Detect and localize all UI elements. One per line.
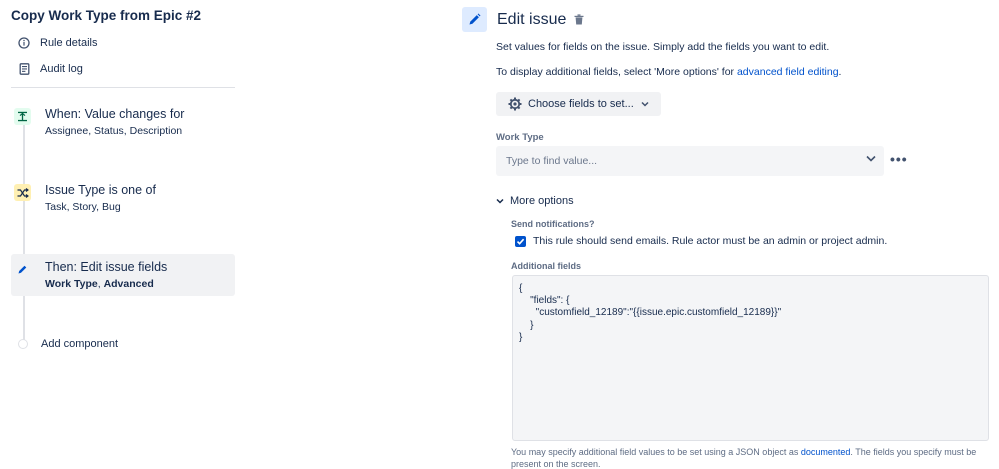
pencil-icon: [14, 261, 31, 278]
step-subtitle: Work Type, Advanced: [45, 278, 235, 290]
gear-icon: [508, 97, 522, 111]
editor-description: Set values for fields on the issue. Simp…: [496, 41, 830, 53]
help-text: You may specify additional field values …: [511, 447, 801, 457]
send-notifications-label: Send notifications?: [511, 219, 595, 229]
send-notifications-row: This rule should send emails. Rule actor…: [515, 235, 887, 247]
step-trigger[interactable]: When: Value changes for Assignee, Status…: [11, 101, 235, 143]
more-options-toggle[interactable]: More options: [496, 195, 574, 207]
step-condition[interactable]: Issue Type is one of Task, Story, Bug: [11, 177, 235, 219]
work-type-placeholder: Type to find value...: [506, 155, 598, 167]
chevron-down-icon: [641, 101, 649, 107]
nav-label: Audit log: [40, 63, 83, 75]
rule-sidebar: Copy Work Type from Epic #2 Rule details…: [0, 0, 240, 469]
add-component-label: Add component: [41, 338, 119, 350]
additional-fields-help: You may specify additional field values …: [511, 446, 991, 469]
info-icon: [17, 36, 31, 50]
subtitle-field-1: Work Type: [45, 278, 98, 290]
trash-icon[interactable]: [574, 14, 584, 25]
additional-fields-textarea[interactable]: { "fields": { "customfield_12189":"{{iss…: [512, 275, 989, 441]
nav-label: Rule details: [40, 37, 98, 49]
send-notifications-checkbox[interactable]: [515, 235, 526, 247]
nav-audit-log[interactable]: Audit log: [17, 62, 83, 76]
documented-link[interactable]: documented: [801, 447, 851, 457]
step-title: When: Value changes for: [45, 107, 185, 121]
chevron-down-icon: [866, 155, 876, 162]
more-options-label: More options: [510, 195, 574, 207]
choose-fields-button[interactable]: Choose fields to set...: [496, 92, 661, 116]
circle-icon: [18, 339, 28, 349]
additional-fields-label: Additional fields: [511, 261, 582, 271]
step-subtitle: Assignee, Status, Description: [45, 125, 183, 137]
timeline-line: [23, 120, 25, 342]
desc-text: To display additional fields, select 'Mo…: [496, 66, 737, 78]
step-title: Then: Edit issue fields: [45, 260, 168, 274]
action-editor: Edit issue Set values for fields on the …: [460, 0, 999, 469]
step-action[interactable]: Then: Edit issue fields Work Type, Advan…: [11, 254, 235, 296]
work-type-select[interactable]: Type to find value...: [496, 146, 884, 176]
editor-header: Edit issue: [462, 7, 584, 32]
desc-suffix: .: [838, 66, 842, 78]
step-subtitle: Task, Story, Bug: [45, 201, 121, 213]
nav-rule-details[interactable]: Rule details: [17, 36, 97, 50]
document-icon: [17, 62, 31, 76]
rule-title: Copy Work Type from Epic #2: [11, 8, 202, 23]
work-type-label: Work Type: [496, 132, 544, 143]
divider: [11, 87, 235, 88]
subtitle-field-2: Advanced: [103, 278, 154, 290]
add-component-button[interactable]: Add component: [17, 338, 118, 350]
trigger-icon: [14, 108, 31, 125]
shuffle-icon: [14, 184, 31, 201]
advanced-field-editing-link[interactable]: advanced field editing: [737, 66, 839, 78]
pencil-icon: [462, 7, 487, 32]
choose-fields-label: Choose fields to set...: [528, 98, 634, 110]
chevron-down-icon: [496, 198, 504, 204]
send-notifications-text: This rule should send emails. Rule actor…: [533, 235, 888, 247]
more-actions-icon[interactable]: •••: [890, 151, 908, 167]
editor-title: Edit issue: [497, 10, 567, 28]
editor-description-more: To display additional fields, select 'Mo…: [496, 66, 841, 78]
step-title: Issue Type is one of: [45, 183, 156, 197]
